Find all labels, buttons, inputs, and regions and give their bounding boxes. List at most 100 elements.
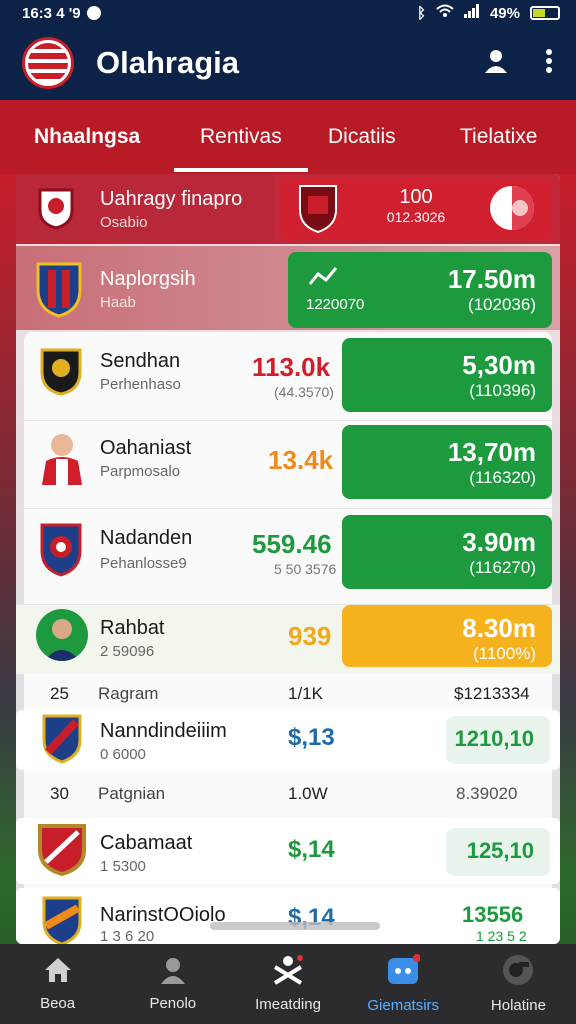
nav-home[interactable]: Beoa <box>0 944 115 1024</box>
row-name: Nanndindeiiim <box>100 720 227 742</box>
row-sub: 1 5300 <box>100 858 146 875</box>
club-logo <box>22 37 74 89</box>
list-item[interactable]: Nadanden Pehanlosse9 559.46 5 50 3576 3.… <box>16 508 560 596</box>
rank-value: 1.0W <box>288 784 328 803</box>
list-item[interactable]: Sendhan Perhenhaso 113.0k (44.3570) 5,30… <box>16 334 560 418</box>
row-secondary-value: 1220070 <box>306 296 365 313</box>
status-bar: 16:3 4 '9 ᛒ 49% <box>0 0 576 26</box>
player-avatar <box>36 609 88 661</box>
row-value-sub: 1 23 5 2 <box>476 928 527 944</box>
player-icon <box>271 955 305 990</box>
row-mid-value: 113.0k <box>252 352 331 382</box>
nav-label: Imeatding <box>255 996 321 1013</box>
row-mid-value: 13.4k <box>268 445 334 475</box>
nav-relative[interactable]: Holatine <box>461 944 576 1024</box>
row-sub: 1 3 6 20 <box>100 928 155 944</box>
signal-icon <box>463 4 480 22</box>
row-value-pill: 125,10 <box>446 828 550 876</box>
row-mid-sub: (44.3570) <box>274 384 334 400</box>
club-crest-icon <box>40 894 84 944</box>
list-item[interactable]: Cabamaat 1 5300 $,14 125,10 <box>16 818 560 884</box>
row-mid-value: 939 <box>288 621 332 651</box>
avatar-icon[interactable] <box>490 186 534 230</box>
tab-bar: Nhaalngsa Rentivas Dicatiis Tielatixe <box>0 100 576 174</box>
row-name: Rahbat <box>100 617 165 639</box>
status-time: 16:3 4 '9 <box>22 4 81 22</box>
row-sub: 0 6000 <box>100 746 146 763</box>
list-item[interactable]: Rahbat 2 59096 939 8.30m (1100%) <box>16 604 560 674</box>
notification-icon <box>86 6 101 20</box>
row-value-pill: 8.30m (1100%) <box>342 605 552 667</box>
nav-trending[interactable]: Imeatding <box>230 944 345 1024</box>
bluetooth-icon: ᛒ <box>416 4 426 22</box>
more-options-icon[interactable] <box>544 47 554 80</box>
row-name: Nadanden <box>100 527 193 549</box>
rank-number: 30 <box>50 784 69 803</box>
row-mid-value: $,14 <box>288 836 335 863</box>
club-crest-icon <box>34 260 84 318</box>
row-sub: Perhenhaso <box>100 376 181 393</box>
bottom-navigation: Beoa Penolo Imeatding Giematsirs Holatin… <box>0 944 576 1024</box>
rank-name: Ragram <box>98 684 159 703</box>
row-name: Sendhan <box>100 350 181 372</box>
row-value-pill: 3.90m (116270) <box>342 515 552 589</box>
person-icon <box>158 956 188 989</box>
row-name: Oahaniast <box>100 437 192 459</box>
nav-label: Beoa <box>40 995 76 1012</box>
tab-nhaalngsa[interactable]: Nhaalngsa <box>34 100 140 174</box>
row-sub: Osabio <box>100 214 148 231</box>
battery-percent: 49% <box>489 4 520 22</box>
row-mid-value: 559.46 <box>252 529 332 559</box>
row-name: Cabamaat <box>100 832 193 854</box>
battery-icon <box>530 6 560 20</box>
tab-tielatixe[interactable]: Tielatixe <box>460 100 537 174</box>
club-crest-icon <box>36 822 88 877</box>
scroll-indicator[interactable] <box>210 922 380 930</box>
player-avatar <box>34 429 90 487</box>
list-item[interactable]: Naplorgsih Haab 17.50m (102036) 1220070 <box>16 246 560 330</box>
wifi-icon <box>436 4 454 22</box>
row-name: Uahragy finapro <box>100 188 243 210</box>
nav-games[interactable]: Giematsirs <box>346 944 461 1024</box>
nav-label: Penolo <box>149 995 197 1012</box>
row-sub: 2 59096 <box>100 643 155 660</box>
list-item[interactable]: Uahragy finapro Osabio 100 012.3026 <box>16 174 560 244</box>
rank-separator: 30 Patgnian 1.0W 8.39020 <box>16 774 560 814</box>
whistle-icon <box>501 954 535 991</box>
row-value-pill: 5,30m (110396) <box>342 338 552 412</box>
row-sub: Pehanlosse9 <box>100 555 187 572</box>
row-value-pill: 1210,10 <box>446 716 550 764</box>
club-crest-icon <box>38 521 84 577</box>
row-name: NarinstOOiolo <box>100 904 226 926</box>
row-sub: Parpmosalo <box>100 463 181 480</box>
ranking-list: Uahragy finapro Osabio 100 012.3026 Napl… <box>16 174 560 944</box>
rank-value: 1/1K <box>288 684 323 703</box>
games-icon <box>386 954 422 991</box>
home-icon <box>43 956 73 989</box>
row-value: 13556 <box>462 902 524 927</box>
list-item[interactable]: Nanndindeiiim 0 6000 $,13 1210,10 <box>16 710 560 770</box>
shield-icon <box>296 182 340 234</box>
club-crest-icon <box>34 186 78 230</box>
row-mid-sub: 5 50 3576 <box>274 561 337 577</box>
rank-separator: 25 Ragram 1/1K $1213334 <box>16 674 560 714</box>
row-name: Naplorgsih <box>100 268 196 290</box>
rank-number: 25 <box>50 684 69 703</box>
row-sub: Haab <box>100 294 136 311</box>
nav-label: Holatine <box>490 997 546 1014</box>
profile-icon[interactable] <box>482 47 510 80</box>
nav-profile[interactable]: Penolo <box>115 944 230 1024</box>
row-mid-value: $,13 <box>288 724 335 751</box>
list-item[interactable]: Oahaniast Parpmosalo 13.4k 13,70m (11632… <box>16 420 560 504</box>
tab-dicatiis[interactable]: Dicatiis <box>328 100 396 174</box>
rank-name: Patgnian <box>98 784 166 803</box>
rank-amount: 8.39020 <box>456 784 518 803</box>
list-item[interactable]: NarinstOOiolo 1 3 6 20 $,14 13556 1 23 5… <box>16 888 560 944</box>
app-title: Olahragia <box>96 45 239 80</box>
trend-icon <box>308 264 338 288</box>
nav-label: Giematsirs <box>367 997 440 1014</box>
tab-rentivas[interactable]: Rentivas <box>174 100 308 174</box>
row-value-pill: 13,70m (116320) <box>342 425 552 499</box>
app-bar: Olahragia <box>0 26 576 100</box>
club-crest-icon <box>40 712 84 764</box>
